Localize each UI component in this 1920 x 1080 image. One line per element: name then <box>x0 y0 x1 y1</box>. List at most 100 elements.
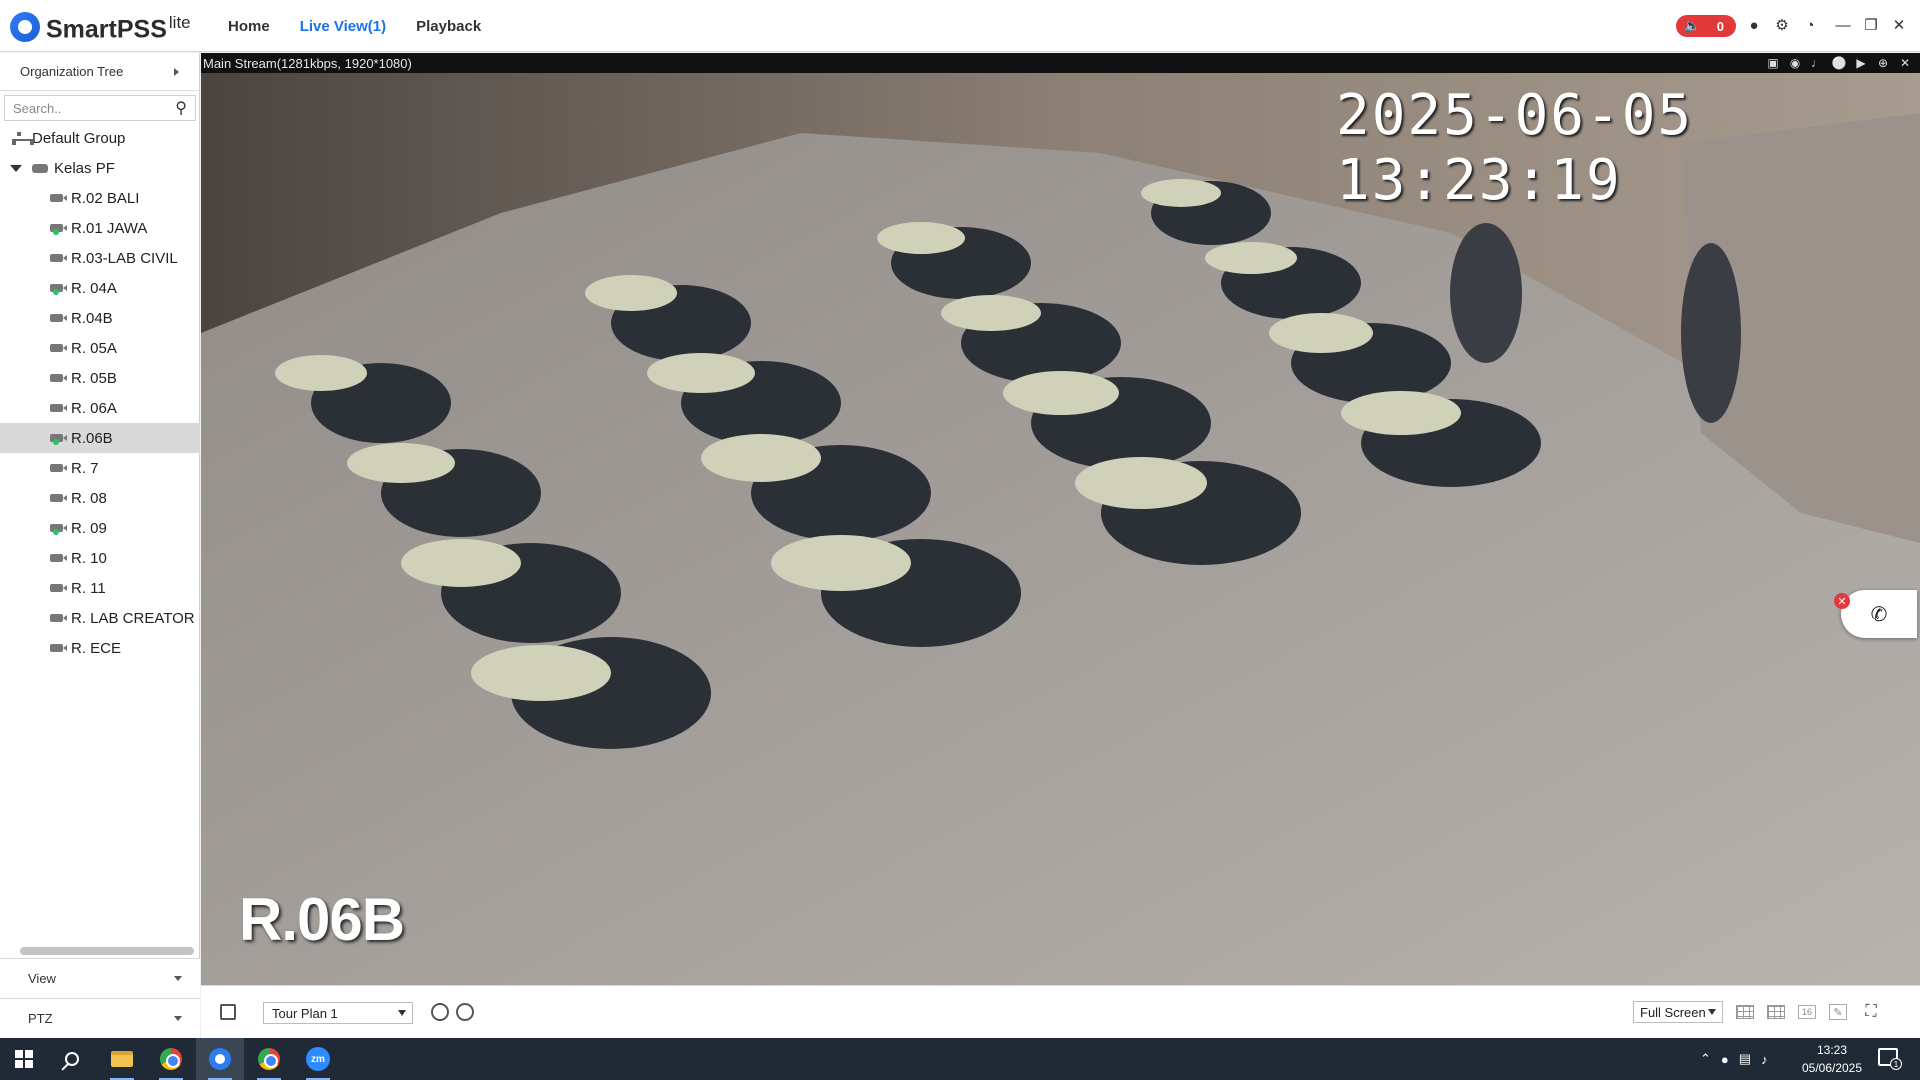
ptz-panel-toggle[interactable]: PTZ <box>0 998 200 1038</box>
camera-label: R. 09 <box>71 519 107 537</box>
close-icon[interactable]: ✕ <box>1891 14 1907 36</box>
camera-label: R. 05B <box>71 369 117 387</box>
taskbar-zoom[interactable]: zm <box>294 1038 342 1080</box>
camera-online-icon <box>50 224 67 235</box>
view-panel-toggle[interactable]: View <box>0 958 200 998</box>
nav-live-view[interactable]: Live View(1) <box>300 18 386 35</box>
camera-item-r06b[interactable]: R.06B <box>0 423 200 453</box>
camera-item-r01-jawa[interactable]: R.01 JAWA <box>0 213 200 243</box>
app-header: SmartPSS lite Home Live View(1) Playback … <box>0 0 1920 52</box>
intercom-call-button[interactable]: ✆ <box>1841 590 1917 638</box>
organization-tree-header[interactable]: Organization Tree <box>0 53 199 91</box>
organization-tree-label: Organization Tree <box>20 64 124 79</box>
fullscreen-icon[interactable]: ⛶ <box>1862 1003 1880 1021</box>
zoom-in-icon[interactable]: ⊕ <box>1876 56 1890 70</box>
layout-9-grid-icon[interactable] <box>1767 1005 1785 1019</box>
layout-4-grid-icon[interactable] <box>1736 1005 1754 1019</box>
smartpss-logo-icon <box>10 12 40 42</box>
taskbar-clock[interactable]: 13:23 05/06/2025 <box>1800 1041 1864 1077</box>
minimize-icon[interactable]: — <box>1835 14 1851 36</box>
window-mode-select[interactable]: Full Screen <box>1633 1001 1723 1023</box>
camera-item-r11[interactable]: R. 11 <box>0 573 200 603</box>
camera-item-r04b[interactable]: R.04B <box>0 303 200 333</box>
device-sidebar: Organization Tree Search.. ⚲ Default Gro… <box>0 53 200 1038</box>
tour-start-icon[interactable] <box>431 1003 449 1021</box>
camera-item-r06a[interactable]: R. 06A <box>0 393 200 423</box>
camera-label: R. 06A <box>71 399 117 417</box>
close-video-icon[interactable]: ✕ <box>1898 56 1912 70</box>
device-tree: Default Group Kelas PF R.02 BALI R.01 JA… <box>0 123 200 663</box>
snapshot-camera-icon[interactable]: ◉ <box>1788 56 1802 70</box>
camera-item-r-ece[interactable]: R. ECE <box>0 633 200 663</box>
audio-mute-icon[interactable]: ♩ <box>1810 56 1824 70</box>
restore-icon[interactable]: ❐ <box>1863 14 1879 36</box>
save-view-icon[interactable] <box>220 1004 236 1020</box>
tour-plan-select[interactable]: Tour Plan 1 <box>263 1002 413 1024</box>
camera-item-r05a[interactable]: R. 05A <box>0 333 200 363</box>
camera-icon <box>50 404 67 412</box>
expand-arrow-icon[interactable] <box>10 164 22 172</box>
camera-item-r08[interactable]: R. 08 <box>0 483 200 513</box>
taskbar-file-explorer[interactable] <box>98 1038 146 1080</box>
start-button[interactable] <box>0 1038 48 1080</box>
camera-label: R.06B <box>71 429 113 447</box>
gear-icon[interactable]: ⚙ <box>1773 14 1791 36</box>
camera-online-icon <box>50 284 67 295</box>
layout-16-grid-icon[interactable]: 16 <box>1798 1005 1816 1019</box>
camera-item-r09[interactable]: R. 09 <box>0 513 200 543</box>
camera-label: R.02 BALI <box>71 189 140 207</box>
alarm-badge[interactable]: 🔈 0 <box>1676 15 1736 37</box>
camera-item-r03-lab-civil[interactable]: R.03-LAB CIVIL <box>0 243 200 273</box>
chair-desk <box>771 535 911 591</box>
nav-home[interactable]: Home <box>228 18 270 35</box>
camera-label: R. LAB CREATOR <box>71 609 195 627</box>
tree-node-kelas-pf[interactable]: Kelas PF <box>0 153 200 183</box>
chevron-down-icon <box>398 1010 406 1016</box>
window-switch-icon[interactable]: ▣ <box>1766 56 1780 70</box>
camera-icon <box>50 344 67 352</box>
live-video-window[interactable]: Main Stream(1281kbps, 1920*1080) ▣ ◉ ♩ ⚪… <box>201 53 1920 985</box>
custom-layout-edit-icon[interactable]: ✎ <box>1829 1004 1847 1020</box>
taskbar-search[interactable] <box>48 1038 96 1080</box>
tree-node-default-group[interactable]: Default Group <box>0 123 200 153</box>
taskbar-chrome-profile[interactable] <box>245 1038 293 1080</box>
close-call-icon[interactable]: ✕ <box>1834 593 1850 609</box>
volume-icon[interactable]: ♪ <box>1761 1052 1768 1067</box>
tour-settings-icon[interactable] <box>456 1003 474 1021</box>
user-icon[interactable]: ● <box>1745 14 1763 36</box>
camera-item-r05b[interactable]: R. 05B <box>0 363 200 393</box>
org-group-icon <box>12 132 34 145</box>
microphone-icon[interactable]: ● <box>1721 1052 1729 1067</box>
chrome-icon <box>258 1048 280 1070</box>
device-search-input[interactable]: Search.. ⚲ <box>4 95 196 121</box>
taskbar-smartpss[interactable] <box>196 1038 244 1080</box>
record-icon[interactable]: ▶ <box>1854 56 1868 70</box>
chair-desk <box>275 355 367 391</box>
chevron-up-icon[interactable]: ⌃ <box>1700 1051 1711 1067</box>
taskbar-chrome[interactable] <box>147 1038 195 1080</box>
chair-desk <box>941 295 1041 331</box>
microphone-icon[interactable]: ⚪ <box>1832 56 1847 70</box>
search-icon[interactable]: ⚲ <box>175 98 187 118</box>
camera-label: R. 08 <box>71 489 107 507</box>
sidebar-scrollbar[interactable] <box>20 947 194 955</box>
camera-item-r-lab-creator[interactable]: R. LAB CREATOR <box>0 603 200 633</box>
camera-item-r7[interactable]: R. 7 <box>0 453 200 483</box>
chevron-down-icon <box>1708 1009 1716 1015</box>
nav-playback[interactable]: Playback <box>416 18 481 35</box>
camera-item-r10[interactable]: R. 10 <box>0 543 200 573</box>
main-nav: Home Live View(1) Playback <box>228 0 481 52</box>
video-window-tools: ▣ ◉ ♩ ⚪ ▶ ⊕ ✕ <box>1766 53 1912 73</box>
window-mode-value: Full Screen <box>1640 1004 1706 1020</box>
camera-item-r02-bali[interactable]: R.02 BALI <box>0 183 200 213</box>
camera-label: R. 7 <box>71 459 99 477</box>
stream-info-bar: Main Stream(1281kbps, 1920*1080) <box>201 53 1920 73</box>
camera-item-r04a[interactable]: R. 04A <box>0 273 200 303</box>
chair-desk <box>1141 179 1221 207</box>
camera-icon <box>50 314 67 322</box>
network-icon[interactable]: ▤ <box>1739 1051 1751 1067</box>
camera-icon <box>50 374 67 382</box>
tree-node-label: Default Group <box>32 129 126 147</box>
performance-gauge-icon[interactable]: ◔ <box>1801 14 1819 36</box>
clock-time: 13:23 <box>1816 1043 1848 1057</box>
